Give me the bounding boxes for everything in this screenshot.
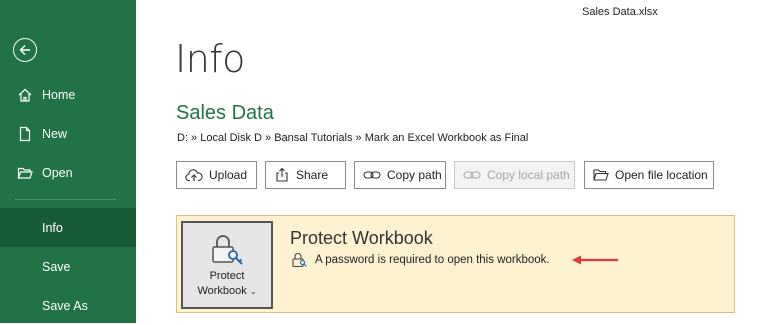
open-folder-icon [16,164,34,182]
backstage-sidebar: Home New Open Info Save Save As [0,0,136,323]
sidebar-item-open[interactable]: Open [0,153,136,192]
red-arrow-annotation [572,255,618,265]
copy-local-path-label: Copy local path [487,168,570,182]
document-title: Sales Data [176,102,274,124]
upload-button[interactable]: Upload [176,161,257,189]
share-label: Share [296,168,329,182]
protect-button-label-line1: Protect [209,270,245,282]
new-document-icon [16,125,34,143]
sidebar-item-label: Save [42,259,71,274]
sidebar-item-label: Open [42,165,73,180]
file-path-breadcrumb: D: » Local Disk D » Bansal Tutorials » M… [177,132,529,144]
sidebar-divider [15,199,116,200]
protect-workbook-button[interactable]: Protect Workbook ⌄ [181,221,273,309]
folder-icon [593,169,609,181]
sidebar-item-new[interactable]: New [0,114,136,153]
lock-key-icon [212,235,243,265]
upload-icon [185,169,203,182]
open-file-location-button[interactable]: Open file location [584,161,714,189]
open-file-location-label: Open file location [615,168,708,182]
sidebar-item-save-as[interactable]: Save As [0,286,136,325]
link-icon [463,171,481,179]
lock-key-icon [292,253,307,268]
sidebar-item-save[interactable]: Save [0,247,136,286]
share-icon [276,167,288,182]
copy-local-path-button[interactable]: Copy local path [454,161,575,189]
page-title: Info [175,37,245,81]
protect-workbook-description: A password is required to open this work… [291,252,550,268]
back-arrow-icon[interactable] [13,38,37,62]
sidebar-item-label: Home [42,87,76,102]
home-icon [16,86,34,104]
link-icon [363,171,381,179]
sidebar-item-label: New [42,126,68,141]
sidebar-item-info[interactable]: Info [0,208,136,247]
sidebar-item-home[interactable]: Home [0,75,136,114]
share-button[interactable]: Share [265,161,346,189]
window-filename: Sales Data.xlsx [582,6,658,18]
copy-path-button[interactable]: Copy path [354,161,446,189]
copy-path-label: Copy path [387,168,442,182]
sidebar-item-label: Info [42,220,63,235]
protect-description-text: A password is required to open this work… [315,254,550,266]
protect-workbook-title: Protect Workbook [290,228,433,248]
sidebar-item-label: Save As [42,298,88,313]
chevron-down-icon: ⌄ [249,287,257,296]
upload-label: Upload [209,168,248,182]
protect-button-label-line2: Workbook ⌄ [197,285,257,297]
